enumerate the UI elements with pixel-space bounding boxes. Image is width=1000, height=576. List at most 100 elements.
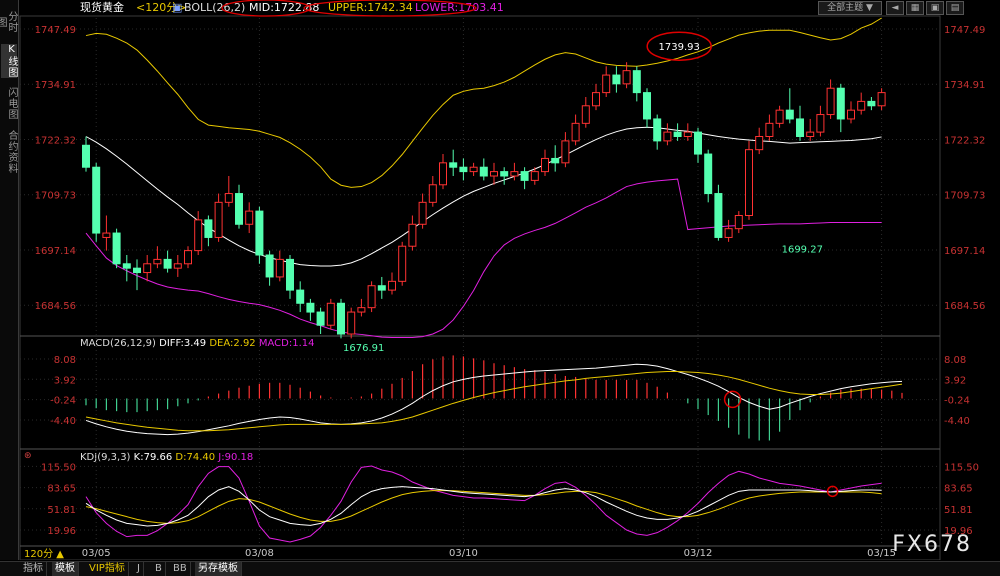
tab-bb[interactable]: BB	[170, 562, 191, 576]
candle-body	[133, 267, 141, 274]
candle	[184, 246, 192, 269]
candle-body	[449, 162, 458, 168]
candle	[469, 162, 478, 176]
y-tick-label: -0.24	[50, 396, 76, 407]
candle-body	[326, 302, 335, 326]
candle-body	[82, 144, 90, 168]
y-tick-label: -0.24	[944, 396, 970, 407]
y-tick-label: 1697.14	[944, 246, 985, 257]
candle	[296, 281, 305, 313]
candle	[745, 140, 753, 220]
candle	[724, 219, 733, 242]
y-tick-label: 1709.73	[35, 191, 76, 202]
candle	[479, 158, 488, 181]
candle-body	[571, 122, 580, 142]
y-tick-label: 115.50	[944, 462, 979, 473]
candle-body	[612, 74, 621, 85]
candle	[704, 149, 713, 203]
candle-body	[428, 184, 437, 203]
candle	[265, 250, 274, 286]
candle	[500, 167, 509, 185]
candle-body	[224, 193, 233, 203]
candle-body	[785, 109, 794, 120]
candle-body	[235, 193, 243, 225]
candle	[286, 255, 294, 299]
y-tick-label: 1747.49	[944, 25, 985, 36]
candle	[143, 255, 152, 282]
candle-body	[347, 311, 356, 335]
candle-body	[877, 92, 886, 107]
candle	[398, 241, 407, 286]
upper-lower-highlight-circle	[303, 0, 477, 17]
candle-body	[367, 285, 376, 309]
candle	[408, 215, 417, 251]
candle	[449, 149, 458, 176]
candle	[112, 228, 121, 269]
candle	[551, 145, 560, 172]
tab-indicator[interactable]: 指标	[20, 562, 47, 576]
candle	[347, 307, 356, 339]
candle	[683, 123, 692, 141]
candle-body	[755, 136, 764, 151]
candle-body	[500, 171, 509, 177]
chart-frame	[19, 15, 941, 560]
candle-body	[796, 118, 804, 137]
candle-body	[836, 87, 845, 120]
candle-body	[632, 70, 641, 94]
candle-body	[530, 171, 539, 181]
candle	[337, 298, 345, 339]
kdj-j-line	[85, 465, 882, 543]
candle	[377, 276, 386, 299]
candle-body	[173, 263, 182, 269]
x-tick-label: 03/08	[245, 548, 274, 559]
tab-template[interactable]: 模板	[52, 562, 79, 576]
candle	[714, 184, 723, 241]
candle-body	[602, 74, 611, 94]
candle-body	[479, 166, 488, 177]
candle	[224, 176, 233, 207]
candle-body	[724, 228, 733, 238]
candle-body	[857, 100, 866, 111]
candle-body	[296, 289, 305, 304]
candle-body	[459, 166, 468, 173]
candle-body	[734, 215, 743, 230]
candle	[214, 193, 223, 242]
candle-body	[122, 263, 131, 269]
x-tick-label: 03/10	[449, 548, 478, 559]
candle	[163, 250, 172, 273]
candle	[418, 193, 427, 229]
y-tick-label: 1722.32	[944, 135, 985, 146]
candle-body	[745, 149, 753, 217]
candle-body	[418, 201, 427, 225]
candle	[459, 158, 468, 181]
candle-body	[694, 131, 702, 155]
tab-b[interactable]: B	[152, 562, 166, 576]
candle-body	[673, 131, 682, 138]
candle	[775, 105, 784, 128]
candle	[490, 162, 498, 185]
candle-body	[816, 114, 825, 133]
period-indicator[interactable]: 120分 ▲	[24, 548, 64, 562]
candle-body	[255, 210, 264, 256]
y-tick-label: 1722.32	[35, 135, 76, 146]
candle	[847, 101, 855, 124]
candle	[326, 298, 335, 330]
y-tick-label: 1747.49	[35, 25, 76, 36]
candle-body	[490, 171, 498, 177]
candle	[663, 123, 672, 146]
candle-body	[826, 87, 835, 116]
candle	[194, 211, 203, 255]
candle	[102, 215, 111, 251]
candle-body	[204, 219, 213, 238]
candle	[388, 272, 396, 295]
tab-vip-indicator[interactable]: VIP指标	[86, 562, 129, 576]
candle	[826, 79, 835, 119]
candle-body	[551, 157, 560, 164]
tab-save-template[interactable]: 另存模板	[195, 562, 242, 576]
tab-j[interactable]: J	[134, 562, 144, 576]
y-tick-label: 115.50	[41, 462, 76, 473]
candle	[122, 255, 131, 282]
candle	[755, 127, 764, 155]
candle	[153, 246, 162, 269]
candle-body	[153, 258, 162, 265]
